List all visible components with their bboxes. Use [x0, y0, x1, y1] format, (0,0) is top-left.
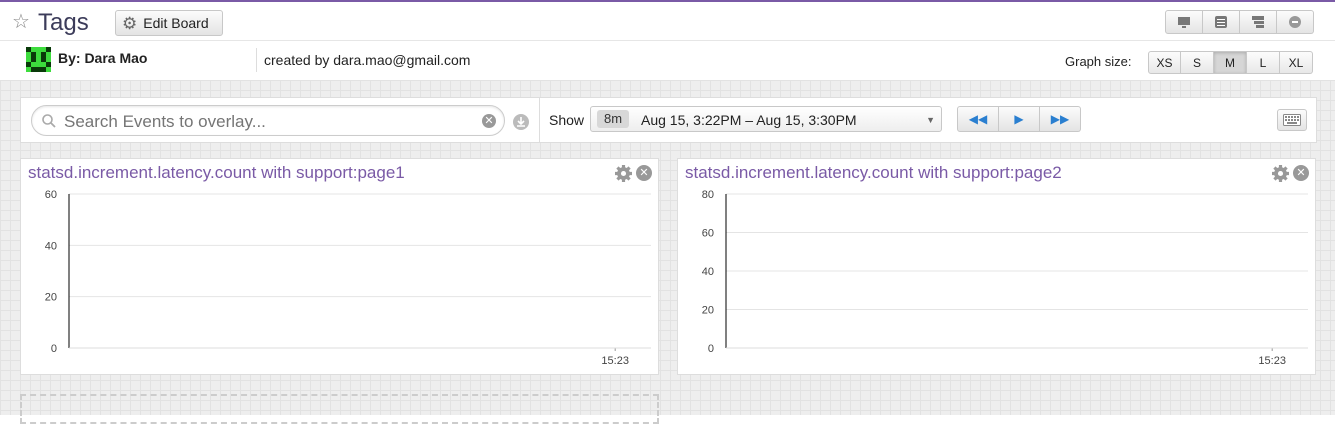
y-tick-label: 40: [45, 240, 57, 252]
graph-title[interactable]: statsd.increment.latency.count with supp…: [685, 163, 1062, 183]
x-tick-label: 15:23: [1258, 355, 1286, 367]
time-nav: ◀◀ ▶ ▶▶: [957, 106, 1081, 132]
y-tick-label: 0: [708, 343, 714, 355]
graph-size-selector: XS S M L XL: [1148, 51, 1313, 74]
view-icons: [1165, 10, 1314, 34]
fast-forward-icon[interactable]: ▶▶: [1040, 106, 1081, 132]
graph-size-xs[interactable]: XS: [1148, 51, 1181, 74]
time-range: Aug 15, 3:22PM – Aug 15, 3:30PM: [641, 112, 857, 128]
header-divider: [0, 40, 1335, 41]
y-tick-label: 20: [45, 292, 57, 304]
rewind-icon[interactable]: ◀◀: [957, 106, 999, 132]
play-icon[interactable]: ▶: [999, 106, 1040, 132]
search-icon: [42, 114, 56, 128]
keyboard-icon[interactable]: [1277, 109, 1307, 131]
accent-bar: [0, 0, 1335, 2]
chart: 02040608015:2315:2415:2515:2615:2715:281…: [702, 189, 1308, 367]
graph-size-m[interactable]: M: [1214, 51, 1247, 74]
monitor-icon[interactable]: [1165, 10, 1203, 34]
list-icon[interactable]: [1203, 10, 1240, 34]
graph-size-xl[interactable]: XL: [1280, 51, 1313, 74]
duration-badge: 8m: [597, 110, 629, 128]
graph-size-l[interactable]: L: [1247, 51, 1280, 74]
gear-icon[interactable]: [1272, 165, 1289, 182]
search-events-input[interactable]: [62, 110, 476, 134]
y-tick-label: 40: [702, 266, 714, 278]
gear-icon[interactable]: [615, 165, 632, 182]
page-title: Tags: [38, 9, 89, 36]
x-tick-label: 15:23: [601, 355, 629, 367]
download-icon[interactable]: [512, 113, 530, 131]
time-toolbar: ✕ Show 8m Aug 15, 3:22PM – Aug 15, 3:30P…: [20, 97, 1317, 143]
minus-circle-icon[interactable]: [1277, 10, 1314, 34]
layout-icon[interactable]: [1240, 10, 1277, 34]
show-label: Show: [549, 112, 585, 128]
created-by: created by dara.mao@gmail.com: [264, 52, 471, 68]
y-tick-label: 60: [45, 189, 57, 201]
close-icon[interactable]: ✕: [1293, 165, 1309, 181]
author-name: By: Dara Mao: [58, 50, 148, 66]
y-tick-label: 20: [702, 305, 714, 317]
gear-icon: ⚙: [122, 13, 138, 33]
y-tick-label: 80: [702, 189, 714, 201]
star-icon[interactable]: ☆: [12, 10, 30, 34]
y-tick-label: 60: [702, 228, 714, 240]
avatar: [26, 47, 51, 72]
toolbar-divider: [539, 98, 540, 142]
chart: 020406015:2315:2415:2515:2615:2715:2815:…: [45, 189, 651, 367]
edit-board-button[interactable]: ⚙ Edit Board: [115, 10, 223, 36]
graph-panel-2: statsd.increment.latency.count with supp…: [677, 158, 1316, 375]
add-graph-placeholder[interactable]: [20, 394, 659, 424]
byline-divider: [256, 48, 257, 72]
clear-search-icon[interactable]: ✕: [482, 114, 496, 128]
chevron-down-icon: ▼: [926, 115, 935, 125]
graph-title[interactable]: statsd.increment.latency.count with supp…: [28, 163, 405, 183]
graph-panel-1: statsd.increment.latency.count with supp…: [20, 158, 659, 375]
graph-size-s[interactable]: S: [1181, 51, 1214, 74]
edit-board-label: Edit Board: [143, 15, 209, 31]
search-box: ✕: [31, 105, 505, 136]
y-tick-label: 0: [51, 343, 57, 355]
timeframe-select[interactable]: 8m Aug 15, 3:22PM – Aug 15, 3:30PM ▼: [590, 106, 942, 132]
graph-size-label: Graph size:: [1065, 54, 1132, 69]
close-icon[interactable]: ✕: [636, 165, 652, 181]
